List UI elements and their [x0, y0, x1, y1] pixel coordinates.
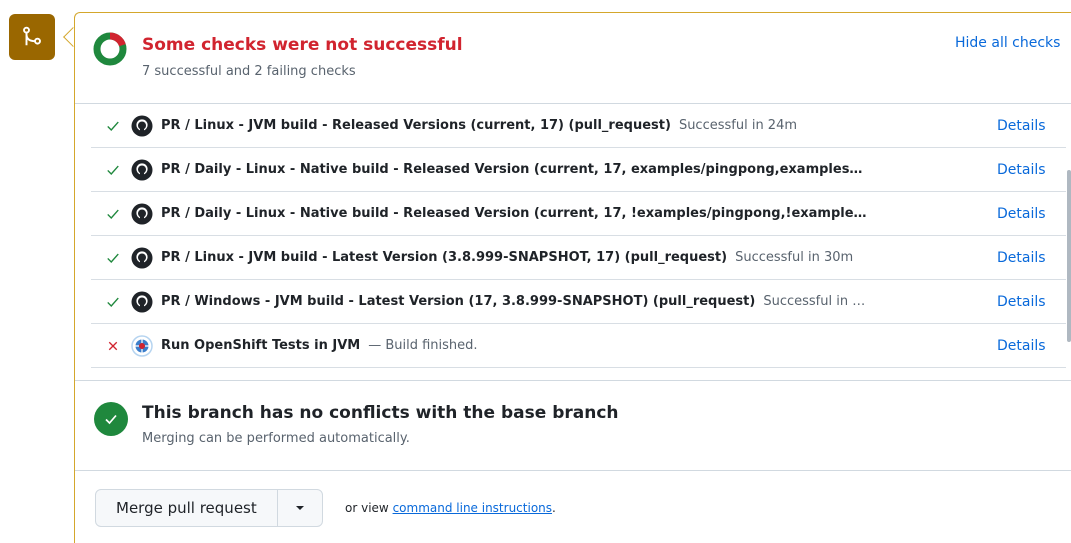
- checks-status-header: Some checks were not successful 7 succes…: [75, 13, 1071, 103]
- check-text: PR / Linux - JVM build - Released Versio…: [161, 118, 797, 133]
- check-text: PR / Daily - Linux - Native build - Rele…: [161, 206, 867, 221]
- check-text: PR / Linux - JVM build - Latest Version …: [161, 250, 853, 265]
- check-success-icon: [105, 119, 121, 133]
- github-icon: [131, 203, 153, 224]
- merge-box: Some checks were not successful 7 succes…: [74, 12, 1071, 543]
- github-icon: [131, 159, 153, 180]
- check-details-link[interactable]: Details: [997, 206, 1046, 222]
- check-failure-icon: [105, 340, 121, 352]
- check-name: PR / Daily - Linux - Native build - Rele…: [161, 206, 867, 221]
- check-success-icon: [105, 207, 121, 221]
- git-merge-icon: [23, 26, 41, 46]
- or-view-text: or view: [345, 501, 389, 515]
- check-text: PR / Windows - JVM build - Latest Versio…: [161, 294, 865, 309]
- check-text: Run OpenShift Tests in JVM — Build finish…: [161, 338, 478, 353]
- merge-status-subtitle: Merging can be performed automatically.: [142, 431, 410, 446]
- github-icon: [131, 115, 153, 136]
- checks-donut-icon: [93, 32, 127, 66]
- github-icon: [131, 291, 153, 312]
- check-description: Successful in 30m: [735, 250, 854, 265]
- check-details-link[interactable]: Details: [997, 162, 1046, 178]
- check-row: PR / Linux - JVM build - Latest Version …: [91, 236, 1066, 280]
- checks-status-title: Some checks were not successful: [142, 35, 463, 55]
- checks-scrollbar-thumb[interactable]: [1067, 170, 1071, 342]
- check-row: PR / Daily - Linux - Native build - Rele…: [91, 192, 1066, 236]
- check-description: Successful in …: [763, 294, 866, 309]
- check-details-link[interactable]: Details: [997, 250, 1046, 266]
- merge-actions: Merge pull request or view command line …: [75, 471, 1071, 543]
- check-success-icon: [105, 163, 121, 177]
- check-row: Run OpenShift Tests in JVM — Build finish…: [91, 324, 1066, 368]
- command-line-instructions-link[interactable]: command line instructions: [393, 501, 552, 515]
- github-icon: [131, 247, 153, 268]
- check-circle-icon: [94, 402, 128, 436]
- check-name: PR / Windows - JVM build - Latest Versio…: [161, 294, 756, 309]
- git-merge-icon-badge: [9, 14, 55, 60]
- merge-pull-request-button[interactable]: Merge pull request: [96, 490, 278, 526]
- check-name: PR / Daily - Linux - Native build - Rele…: [161, 162, 863, 177]
- check-success-icon: [105, 295, 121, 309]
- merge-status-title: This branch has no conflicts with the ba…: [142, 403, 619, 423]
- check-row: PR / Daily - Linux - Native build - Rele…: [91, 148, 1066, 192]
- check-description: — Build finished.: [368, 338, 478, 353]
- period-text: .: [552, 501, 556, 515]
- check-name: Run OpenShift Tests in JVM: [161, 338, 361, 353]
- merge-status-section: This branch has no conflicts with the ba…: [75, 381, 1071, 471]
- triangle-down-icon: [295, 506, 304, 510]
- check-success-icon: [105, 251, 121, 265]
- check-name: PR / Linux - JVM build - Released Versio…: [161, 118, 671, 133]
- check-description: Successful in 24m: [678, 118, 798, 133]
- check-details-link[interactable]: Details: [997, 294, 1046, 310]
- check-name: PR / Linux - JVM build - Latest Version …: [161, 250, 728, 265]
- check-text: PR / Daily - Linux - Native build - Rele…: [161, 162, 862, 177]
- command-line-hint: or view command line instructions.: [345, 501, 556, 515]
- merge-method-dropdown[interactable]: [278, 490, 322, 526]
- check-row: PR / Windows - JVM build - Latest Versio…: [91, 280, 1066, 324]
- checks-list[interactable]: PR / Linux - JVM build - Released Versio…: [75, 103, 1071, 381]
- openshift-icon: [131, 334, 153, 357]
- hide-all-checks-link[interactable]: Hide all checks: [955, 35, 1060, 51]
- check-details-link[interactable]: Details: [997, 118, 1046, 134]
- check-details-link[interactable]: Details: [997, 338, 1046, 354]
- merge-button-group: Merge pull request: [95, 489, 323, 527]
- check-row: PR / Linux - JVM build - Released Versio…: [91, 104, 1066, 148]
- checks-status-subtitle: 7 successful and 2 failing checks: [142, 64, 356, 79]
